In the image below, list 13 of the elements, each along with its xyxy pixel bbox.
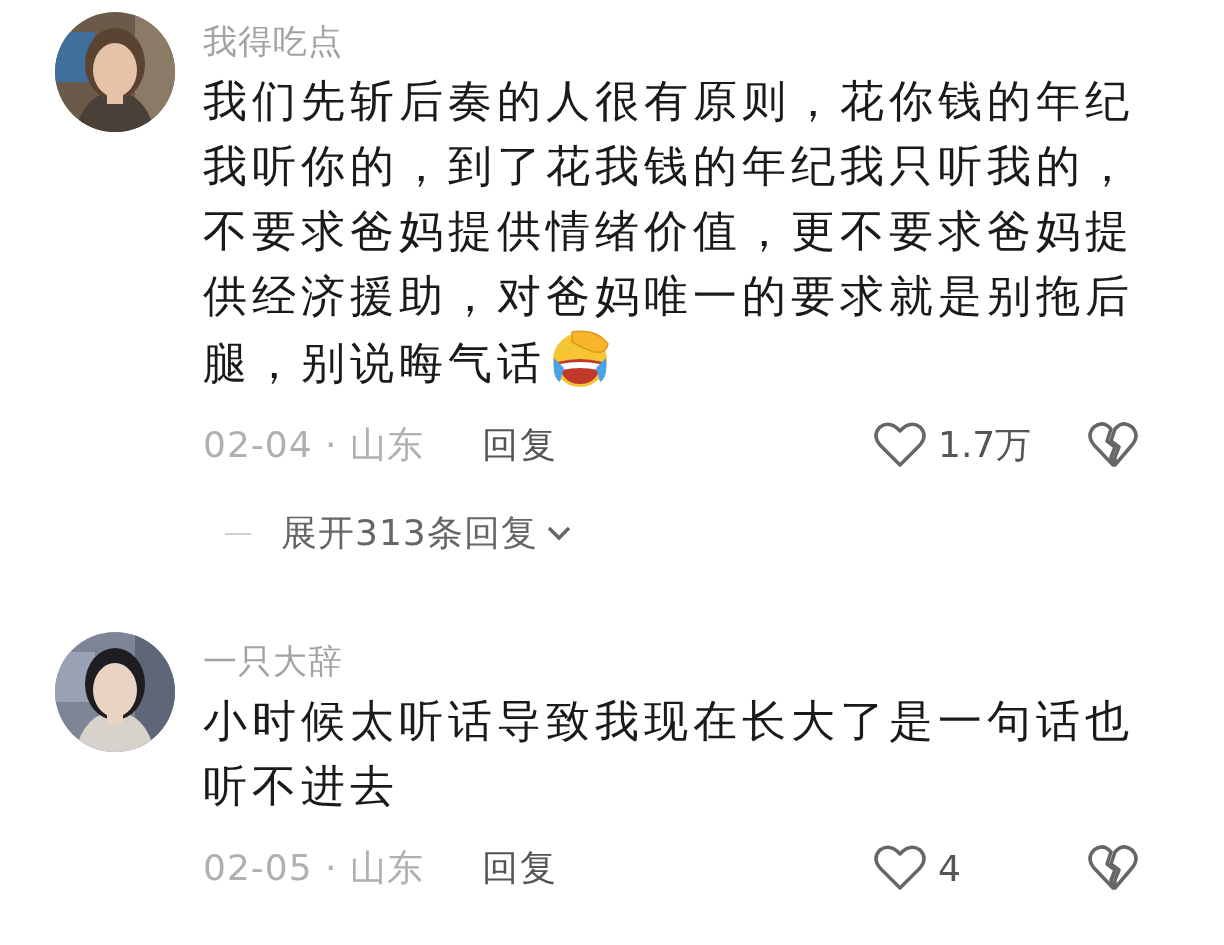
like-count: 4	[938, 847, 962, 889]
reply-button[interactable]: 回复	[481, 420, 558, 470]
comment-date-location: 02-05 · 山东	[203, 845, 424, 890]
like-count: 1.7万	[938, 422, 1033, 467]
heart-icon[interactable]	[874, 421, 926, 469]
expand-replies-button[interactable]: 展开313条回复	[281, 509, 574, 558]
reply-button[interactable]: 回复	[481, 843, 558, 893]
broken-heart-icon[interactable]	[1088, 844, 1138, 892]
comment-text: 小时候太听话导致我现在长大了是一句话也听不进去	[203, 694, 1135, 813]
broken-heart-icon[interactable]	[1088, 421, 1138, 469]
heart-icon[interactable]	[874, 844, 926, 892]
comment-text: 我们先斩后奏的人很有原则，花你钱的年纪我听你的，到了花我钱的年纪我只听我的，不要求爸妈提供情绪价值，更不要求爸妈提供经济援助，对爸妈唯一的要求就是别拖后腿，别说晦气话	[203, 74, 1135, 390]
comment-date-location: 02-04 · 山东	[203, 422, 424, 467]
